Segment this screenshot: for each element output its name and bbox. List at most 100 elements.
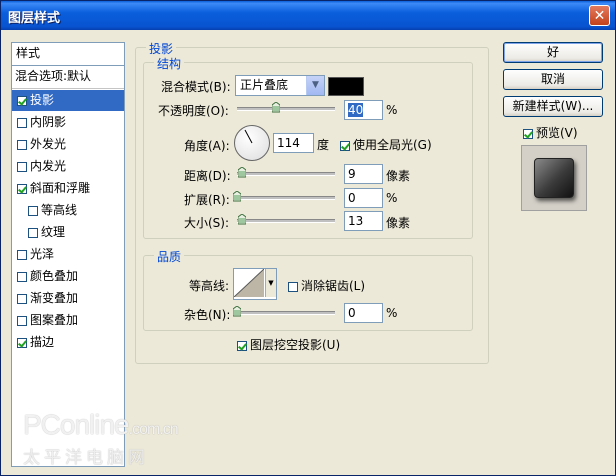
style-list-item[interactable]: 等高线	[12, 200, 124, 221]
checkbox-icon[interactable]	[17, 272, 27, 282]
style-list-item-label: 纹理	[41, 225, 66, 239]
distance-slider-thumb[interactable]	[237, 167, 246, 178]
spread-field[interactable]: 0	[344, 188, 383, 208]
checkbox-icon[interactable]	[17, 250, 27, 260]
style-list-item-label: 投影	[30, 93, 55, 107]
angle-dial-needle	[244, 129, 253, 144]
spread-label: 扩展(R):	[184, 193, 230, 207]
noise-unit: %	[386, 306, 398, 320]
noise-slider-thumb[interactable]	[233, 306, 241, 317]
style-list-item-label: 斜面和浮雕	[30, 181, 91, 195]
contour-label: 等高线:	[189, 279, 230, 293]
style-list-item-label: 渐变叠加	[30, 291, 79, 305]
style-list-item[interactable]: 斜面和浮雕	[12, 178, 124, 199]
new-style-button[interactable]: 新建样式(W)...	[503, 96, 603, 117]
style-list: 样式 混合选项:默认 投影内阴影外发光内发光斜面和浮雕等高线纹理光泽颜色叠加渐变…	[11, 42, 125, 467]
quality-title: 品质	[154, 248, 185, 265]
spread-slider-thumb[interactable]	[233, 191, 241, 202]
structure-title: 结构	[154, 55, 185, 72]
style-list-item[interactable]: 内发光	[12, 156, 124, 177]
style-list-item[interactable]: 渐变叠加	[12, 288, 124, 309]
opacity-value: 40	[348, 103, 364, 117]
distance-field[interactable]: 9	[344, 164, 383, 184]
checkbox-icon[interactable]	[17, 118, 27, 128]
global-light-checkbox[interactable]: 使用全局光(G)	[340, 136, 432, 153]
distance-slider-track[interactable]	[237, 172, 335, 176]
knockout-checkbox[interactable]: 图层挖空投影(U)	[237, 336, 340, 353]
style-list-header[interactable]: 样式	[12, 43, 124, 66]
noise-slider-track[interactable]	[237, 311, 335, 315]
antialias-checkbox[interactable]: 消除锯齿(L)	[288, 277, 365, 294]
style-list-item-label: 颜色叠加	[30, 269, 79, 283]
angle-dial[interactable]	[234, 125, 270, 161]
checkbox-checked-icon[interactable]	[17, 184, 27, 194]
checkbox-icon[interactable]	[28, 206, 38, 216]
opacity-slider-track[interactable]	[237, 107, 335, 111]
noise-field[interactable]: 0	[344, 303, 383, 323]
watermark-subtitle: 太平洋电脑网	[23, 448, 149, 468]
window-title: 图层样式	[8, 11, 61, 26]
list-divider	[12, 88, 124, 89]
size-slider-thumb[interactable]	[237, 214, 246, 225]
style-list-item-label: 等高线	[41, 203, 78, 217]
checkbox-checked-icon[interactable]	[17, 96, 27, 106]
style-list-item[interactable]: 纹理	[12, 222, 124, 243]
blend-options-item[interactable]: 混合选项:默认	[12, 66, 127, 87]
distance-label: 距离(D):	[184, 169, 231, 183]
preview-checkbox[interactable]: 预览(V)	[523, 124, 578, 141]
size-label: 大小(S):	[184, 216, 230, 230]
style-preview-thumbnail	[534, 158, 574, 198]
style-list-item[interactable]: 外发光	[12, 134, 124, 155]
preview-label: 预览(V)	[536, 126, 578, 140]
noise-label: 杂色(N):	[184, 308, 231, 322]
chevron-down-icon: ▼	[306, 76, 324, 95]
style-list-item[interactable]: 内阴影	[12, 112, 124, 133]
title-bar[interactable]: 图层样式 ✕	[1, 1, 615, 30]
angle-unit: 度	[317, 138, 330, 152]
style-list-item-label: 内阴影	[30, 115, 67, 129]
style-list-item[interactable]: 投影	[12, 90, 124, 111]
angle-label: 角度(A):	[184, 139, 230, 153]
contour-preview-icon	[233, 268, 265, 298]
style-list-item[interactable]: 颜色叠加	[12, 266, 124, 287]
knockout-label: 图层挖空投影(U)	[250, 338, 341, 352]
checkbox-icon[interactable]	[28, 228, 38, 238]
style-list-item[interactable]: 图案叠加	[12, 310, 124, 331]
antialias-label: 消除锯齿(L)	[301, 279, 366, 293]
chevron-down-icon: ▼	[265, 269, 276, 297]
checkbox-checked-icon[interactable]	[17, 338, 27, 348]
angle-field[interactable]: 114	[273, 133, 314, 153]
antialias-check-icon	[288, 282, 298, 292]
style-list-item-label: 内发光	[30, 159, 67, 173]
shadow-color-swatch[interactable]	[328, 77, 364, 96]
opacity-label: 不透明度(O):	[158, 104, 229, 118]
opacity-slider-thumb[interactable]	[272, 102, 281, 113]
spread-unit: %	[386, 191, 398, 205]
contour-picker[interactable]: ▼	[233, 268, 277, 300]
blend-mode-select[interactable]: 正片叠底 ▼	[235, 75, 325, 96]
preview-check-icon	[523, 129, 533, 139]
style-list-item-label: 外发光	[30, 137, 67, 151]
cancel-button[interactable]: 取消	[503, 69, 603, 90]
opacity-field[interactable]: 40	[344, 100, 383, 120]
style-list-item[interactable]: 描边	[12, 332, 124, 353]
blend-mode-label: 混合模式(B):	[161, 80, 231, 94]
style-list-item-label: 描边	[30, 335, 55, 349]
checkbox-icon[interactable]	[17, 140, 27, 150]
global-light-label: 使用全局光(G)	[353, 138, 432, 152]
size-field[interactable]: 13	[344, 211, 383, 231]
ok-button[interactable]: 好	[503, 42, 603, 63]
blend-mode-value: 正片叠底	[240, 78, 289, 92]
distance-unit: 像素	[386, 169, 411, 183]
checkbox-icon[interactable]	[17, 294, 27, 304]
size-slider-track[interactable]	[237, 219, 335, 223]
style-list-item-label: 图案叠加	[30, 313, 79, 327]
watermark-logo: PConline.com.cn	[23, 409, 179, 440]
size-unit: 像素	[386, 216, 411, 230]
knockout-check-icon	[237, 341, 247, 351]
spread-slider-track[interactable]	[237, 196, 335, 200]
checkbox-icon[interactable]	[17, 162, 27, 172]
close-button[interactable]: ✕	[589, 5, 610, 26]
checkbox-icon[interactable]	[17, 316, 27, 326]
style-list-item[interactable]: 光泽	[12, 244, 124, 265]
